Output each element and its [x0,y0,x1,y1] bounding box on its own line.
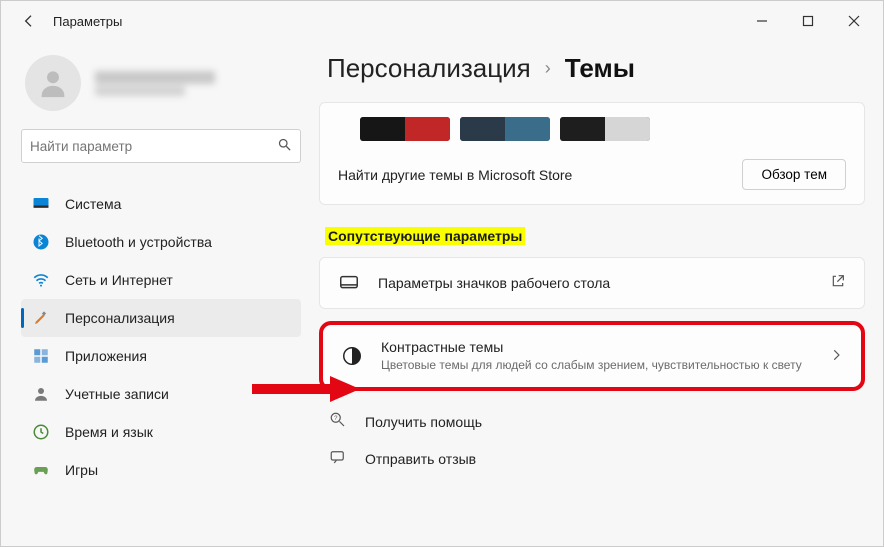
sidebar-item-network[interactable]: Сеть и Интернет [21,261,301,299]
sidebar-item-bluetooth[interactable]: Bluetooth и устройства [21,223,301,261]
main-content: Персонализация › Темы Найти другие темы … [311,41,883,546]
nav-label: Система [65,196,121,212]
titlebar: Параметры [1,1,883,41]
row-subtitle: Цветовые темы для людей со слабым зрение… [381,357,811,373]
chevron-right-icon: › [545,58,551,79]
nav-label: Приложения [65,348,147,364]
desktop-icon [338,272,360,294]
account-block[interactable] [21,49,301,129]
avatar [25,55,81,111]
bluetooth-icon [31,232,51,252]
nav-label: Учетные записи [65,386,169,402]
contrast-icon [341,345,363,367]
row-title: Параметры значков рабочего стола [378,275,812,291]
person-icon [31,384,51,404]
search-box[interactable] [21,129,301,163]
sidebar-item-time[interactable]: Время и язык [21,413,301,451]
close-button[interactable] [831,5,877,37]
nav-label: Персонализация [65,310,175,326]
sidebar-item-accounts[interactable]: Учетные записи [21,375,301,413]
apps-icon [31,346,51,366]
feedback-icon [329,448,349,469]
maximize-button[interactable] [785,5,831,37]
row-desktop-icons[interactable]: Параметры значков рабочего стола [319,257,865,309]
breadcrumb-parent[interactable]: Персонализация [327,53,531,84]
nav-label: Игры [65,462,98,478]
window-title: Параметры [53,14,122,29]
svg-text:?: ? [334,416,338,422]
wifi-icon [31,270,51,290]
gamepad-icon [31,460,51,480]
clock-icon [31,422,51,442]
theme-thumb[interactable] [460,117,550,141]
link-label: Отправить отзыв [365,451,476,467]
nav-label: Время и язык [65,424,153,440]
search-icon [277,137,292,156]
account-text [95,71,215,96]
sidebar: Система Bluetooth и устройства Сеть и Ин… [1,41,311,546]
help-icon: ? [329,411,349,432]
row-title: Контрастные темы [381,339,811,355]
theme-thumbnails [338,117,846,141]
theme-thumb[interactable] [560,117,650,141]
breadcrumb: Персонализация › Темы [327,53,865,84]
sidebar-item-games[interactable]: Игры [21,451,301,489]
theme-thumb[interactable] [360,117,450,141]
row-contrast-themes[interactable]: Контрастные темы Цветовые темы для людей… [319,321,865,391]
external-link-icon [830,273,846,294]
sidebar-item-apps[interactable]: Приложения [21,337,301,375]
nav-label: Bluetooth и устройства [65,234,212,250]
breadcrumb-current: Темы [565,53,635,84]
browse-themes-button[interactable]: Обзор тем [742,159,846,190]
back-button[interactable] [15,7,43,35]
sidebar-item-personalization[interactable]: Персонализация [21,299,301,337]
minimize-button[interactable] [739,5,785,37]
settings-window: Параметры [0,0,884,547]
store-row: Найти другие темы в Microsoft Store Обзо… [338,159,846,190]
nav-list: Система Bluetooth и устройства Сеть и Ин… [21,185,301,489]
related-heading: Сопутствующие параметры [325,227,525,245]
sidebar-item-system[interactable]: Система [21,185,301,223]
chevron-right-icon [829,348,843,365]
themes-card: Найти другие темы в Microsoft Store Обзо… [319,102,865,205]
store-text: Найти другие темы в Microsoft Store [338,167,572,183]
link-label: Получить помощь [365,414,482,430]
nav-label: Сеть и Интернет [65,272,173,288]
brush-icon [31,308,51,328]
help-link[interactable]: ? Получить помощь [323,403,865,440]
search-input[interactable] [30,139,277,154]
monitor-icon [31,194,51,214]
link-list: ? Получить помощь Отправить отзыв [319,403,865,477]
feedback-link[interactable]: Отправить отзыв [323,440,865,477]
